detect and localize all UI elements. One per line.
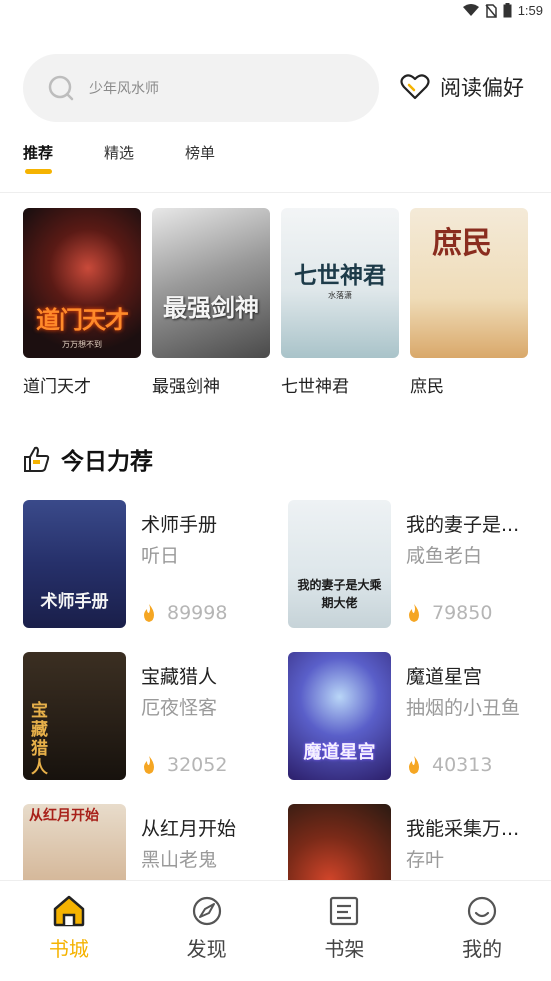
cover-title: 最强剑神: [163, 293, 259, 322]
tab-selected[interactable]: 精选: [104, 142, 134, 163]
section-header: 今日力荐: [23, 442, 153, 476]
book-author: 抽烟的小丑鱼: [406, 697, 521, 719]
featured-books: 道门天才 万万想不到 道门天才 最强剑神 最强剑神 七世神君 水落潇 七世神君 …: [23, 208, 528, 397]
book-cover: 七世神君 水落潇: [281, 208, 399, 358]
book-title: 我的妻子是...: [406, 514, 520, 536]
status-bar: 1:59: [0, 0, 551, 24]
book-cover: 宝藏猎人: [23, 652, 126, 780]
featured-book[interactable]: 庶民 庶民: [410, 208, 528, 397]
book-cover: 术师手册: [23, 500, 126, 628]
book-title: 我能采集万...: [406, 818, 520, 840]
book-title: 魔道星宫: [406, 666, 483, 688]
heat-value: 79850: [432, 602, 493, 624]
book-cover: 最强剑神: [152, 208, 270, 358]
book-title: 术师手册: [141, 514, 218, 536]
cover-title: 道门天才: [36, 305, 129, 334]
book-author: 咸鱼老白: [406, 545, 483, 567]
book-title: 宝藏猎人: [141, 666, 218, 688]
cover-title: 术师手册: [40, 592, 109, 612]
book-author: 厄夜怪客: [141, 697, 218, 719]
cover-title: 从红月开始: [29, 808, 99, 824]
nav-bookshelf[interactable]: 书架: [276, 881, 414, 981]
search-icon: [48, 75, 74, 101]
book-author: 黑山老鬼: [141, 849, 218, 871]
cover-title: 魔道星宫: [303, 742, 376, 763]
book-cover: 庶民: [410, 208, 528, 358]
bookshelf-icon: [330, 896, 359, 926]
search-bar[interactable]: 少年风水师: [23, 54, 379, 122]
book-title: 从红月开始: [141, 818, 237, 840]
reading-preference-button[interactable]: 阅读偏好: [400, 72, 524, 102]
nav-discover[interactable]: 发现: [138, 881, 276, 981]
tab-ranking[interactable]: 榜单: [185, 142, 215, 163]
wifi-icon: [462, 4, 479, 16]
divider: [0, 192, 551, 193]
cover-author: 万万想不到: [62, 340, 102, 349]
heat-value: 40313: [432, 754, 493, 776]
book-author: 存叶: [406, 849, 445, 871]
profile-icon: [468, 896, 497, 926]
battery-icon: [503, 3, 512, 18]
book-item[interactable]: 宝藏猎人 宝藏猎人 厄夜怪客 32052: [23, 652, 283, 782]
flame-icon: [144, 756, 154, 774]
nav-label: 我的: [462, 937, 503, 961]
nav-bookstore[interactable]: 书城: [0, 881, 138, 981]
section-title: 今日力荐: [61, 448, 153, 475]
heat-count: 40313: [406, 754, 492, 776]
flame-icon: [144, 604, 154, 622]
cover-title: 我的妻子是大乘期大佬: [297, 578, 382, 610]
home-icon: [53, 895, 85, 927]
search-placeholder: 少年风水师: [89, 81, 159, 97]
flame-icon: [409, 604, 419, 622]
no-sim-icon: [485, 3, 497, 18]
heat-count: 32052: [141, 754, 227, 776]
book-item[interactable]: 术师手册 术师手册 听日 89998: [23, 500, 283, 630]
featured-book[interactable]: 最强剑神 最强剑神: [152, 208, 270, 397]
category-tabs: 推荐 精选 榜单: [23, 142, 215, 174]
book-cover: 我的妻子是大乘期大佬: [288, 500, 391, 628]
heat-count: 89998: [141, 602, 227, 624]
nav-profile[interactable]: 我的: [413, 881, 551, 981]
reading-preference-label: 阅读偏好: [440, 76, 524, 100]
heat-value: 32052: [167, 754, 228, 776]
bottom-nav: 书城 发现 书架 我的: [0, 880, 551, 981]
cover-title: 七世神君: [294, 262, 386, 289]
heat-count: 79850: [406, 602, 492, 624]
clock: 1:59: [517, 3, 543, 18]
featured-book[interactable]: 七世神君 水落潇 七世神君: [281, 208, 399, 397]
featured-book[interactable]: 道门天才 万万想不到 道门天才: [23, 208, 141, 397]
book-author: 听日: [141, 545, 180, 567]
book-cover: 魔道星宫: [288, 652, 391, 780]
heat-value: 89998: [167, 602, 228, 624]
book-cover: 道门天才 万万想不到: [23, 208, 141, 358]
thumbs-up-icon: [24, 446, 50, 472]
discover-icon: [192, 896, 221, 926]
heart-icon: [400, 74, 430, 100]
book-title: 七世神君: [281, 377, 349, 397]
book-title: 道门天才: [23, 377, 91, 397]
nav-label: 发现: [186, 937, 227, 961]
cover-title: 宝藏猎人: [31, 701, 48, 778]
cover-title: 庶民: [432, 226, 492, 261]
book-item[interactable]: 我的妻子是大乘期大佬 我的妻子是... 咸鱼老白 79850: [288, 500, 548, 630]
tab-recommend[interactable]: 推荐: [23, 142, 53, 174]
book-title: 最强剑神: [152, 377, 220, 397]
nav-label: 书城: [48, 937, 89, 961]
cover-author: 水落潇: [328, 291, 352, 300]
flame-icon: [409, 756, 419, 774]
book-item[interactable]: 魔道星宫 魔道星宫 抽烟的小丑鱼 40313: [288, 652, 548, 782]
nav-label: 书架: [324, 937, 365, 961]
book-title: 庶民: [410, 377, 444, 397]
